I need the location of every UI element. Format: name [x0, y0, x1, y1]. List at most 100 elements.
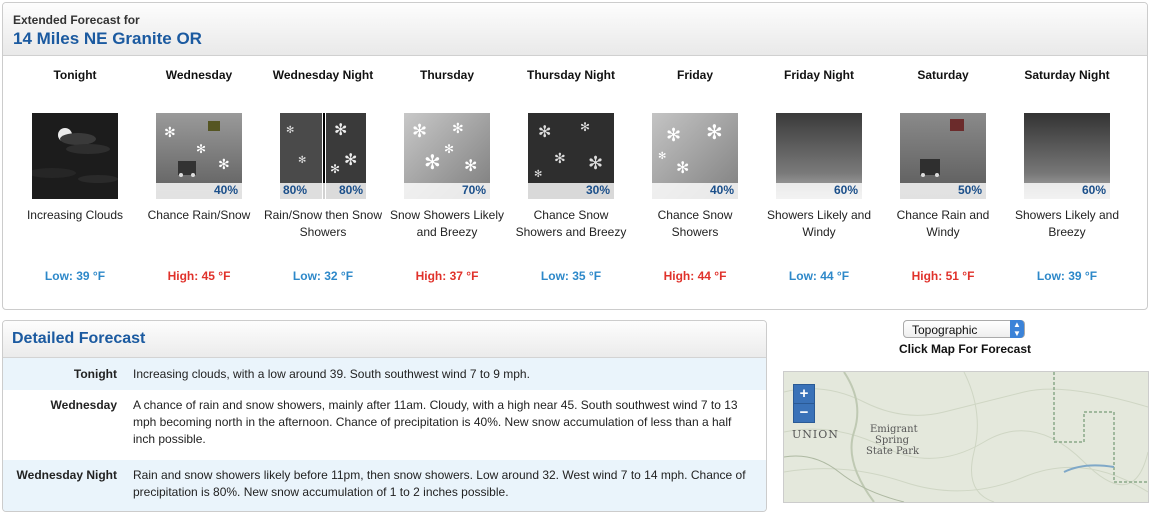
forecast-period-saturday-night[interactable]: Saturday Night 60% Showers Likely and Br…: [1005, 67, 1129, 283]
map-type-value: Topographic: [912, 323, 978, 337]
select-arrows-icon: ▲ ▼: [1010, 320, 1024, 338]
map-label-park-line3: State Park: [866, 446, 920, 457]
detailed-forecast-title: Detailed Forecast: [3, 321, 766, 358]
forecast-period-friday-night[interactable]: Friday Night 60% Showers Likely and Wind…: [757, 67, 881, 283]
zoom-in-button[interactable]: +: [793, 384, 815, 404]
period-name: Wednesday Night: [272, 68, 374, 82]
rain-snow-then-snow-icon: ✻ ✻ ✻ ✻ ✻ 80% 80%: [280, 113, 366, 199]
period-description: Showers Likely and Windy: [766, 208, 872, 239]
svg-text:✻: ✻: [706, 122, 723, 144]
svg-text:✻: ✻: [534, 169, 542, 180]
map-label-park-line1: Emigrant: [870, 424, 918, 435]
extended-forecast-label: Extended Forecast for: [13, 13, 140, 27]
forecast-location: 14 Miles NE Granite OR: [13, 29, 202, 48]
detailed-row-label: Wednesday: [50, 398, 117, 412]
precip-chance: 40%: [709, 183, 734, 197]
forecast-period-friday[interactable]: Friday ✻ ✻ ✻ ✻ 40% Chance Snow Showers H…: [633, 67, 757, 283]
detailed-row-text: Rain and snow showers likely before 11pm…: [133, 468, 746, 499]
precip-chance: 40%: [213, 183, 238, 197]
night-snow-showers-icon: ✻ ✻ ✻ ✻ ✻ 30%: [528, 113, 614, 199]
precip-chance: 50%: [957, 183, 982, 197]
svg-text:✻: ✻: [666, 125, 681, 145]
zoom-out-button[interactable]: −: [793, 403, 815, 423]
period-name: Thursday Night: [526, 68, 615, 82]
forecast-map[interactable]: + − UNION Emigrant Spring State Park: [783, 371, 1149, 503]
rain-icon: 50%: [900, 113, 986, 199]
period-description: Showers Likely and Breezy: [1014, 208, 1120, 239]
forecast-period-wednesday-night[interactable]: Wednesday Night ✻ ✻ ✻ ✻ ✻ 80% 80% Rain/S…: [261, 67, 385, 283]
period-temperature: High: 44 °F: [663, 269, 727, 283]
period-temperature: High: 37 °F: [415, 269, 479, 283]
svg-text:✻: ✻: [554, 150, 566, 166]
period-temperature: Low: 39 °F: [1036, 269, 1098, 283]
extended-forecast-panel: Extended Forecast for 14 Miles NE Granit…: [2, 2, 1148, 310]
svg-text:✻: ✻: [580, 120, 590, 134]
detailed-forecast-panel: Detailed Forecast Tonight Increasing clo…: [2, 320, 767, 512]
forecast-period-tonight[interactable]: Tonight Increasing Clouds Low: 39 °F: [13, 67, 137, 283]
svg-text:✻: ✻: [658, 151, 666, 162]
night-increasing-clouds-icon: [32, 113, 118, 199]
period-temperature: Low: 35 °F: [540, 269, 602, 283]
precip-chance-second: 80%: [338, 183, 363, 197]
period-description: Increasing Clouds: [26, 208, 124, 222]
precip-chance: 60%: [1081, 183, 1106, 197]
map-caption: Click Map For Forecast: [898, 342, 1032, 356]
svg-text:✻: ✻: [330, 162, 340, 176]
period-temperature: High: 51 °F: [911, 269, 975, 283]
map-label-union: UNION: [792, 428, 839, 441]
svg-text:✻: ✻: [298, 155, 306, 166]
snow-showers-icon: ✻ ✻ ✻ ✻ 40%: [652, 113, 738, 199]
svg-text:✻: ✻: [452, 120, 464, 136]
svg-text:✻: ✻: [538, 124, 551, 141]
precip-chance-first: 80%: [283, 183, 308, 197]
svg-text:✻: ✻: [464, 158, 477, 175]
detailed-row-label: Wednesday Night: [16, 468, 117, 482]
detailed-row-text: Increasing clouds, with a low around 39.…: [133, 367, 530, 381]
precip-chance: 70%: [461, 183, 486, 197]
period-description: Chance Snow Showers: [657, 208, 733, 239]
period-temperature: Low: 39 °F: [44, 269, 106, 283]
svg-text:✻: ✻: [588, 153, 603, 173]
period-name: Tonight: [53, 68, 97, 82]
period-temperature: Low: 32 °F: [292, 269, 354, 283]
period-name: Friday Night: [783, 68, 854, 82]
night-showers-icon: 60%: [776, 113, 862, 199]
map-label-park-line2: Spring: [875, 435, 910, 446]
period-name: Thursday: [419, 68, 474, 82]
svg-text:✻: ✻: [196, 142, 206, 156]
period-name: Saturday Night: [1024, 68, 1110, 82]
night-showers-icon: 60%: [1024, 113, 1110, 199]
period-description: Snow Showers Likely and Breezy: [389, 208, 505, 239]
precip-chance: 60%: [833, 183, 858, 197]
svg-text:✻: ✻: [444, 142, 454, 156]
snow-showers-icon: ✻ ✻ ✻ ✻ ✻ 70%: [404, 113, 490, 199]
period-description: Chance Rain and Windy: [896, 208, 990, 239]
detailed-row: Wednesday Night Rain and snow showers li…: [3, 460, 766, 511]
period-name: Friday: [676, 68, 713, 82]
period-name: Saturday: [917, 68, 969, 82]
svg-text:✻: ✻: [412, 121, 427, 141]
period-description: Chance Rain/Snow: [147, 208, 251, 222]
forecast-period-thursday[interactable]: Thursday ✻ ✻ ✻ ✻ ✻ 70% Snow Showers Like…: [385, 67, 509, 283]
svg-text:✻: ✻: [286, 125, 294, 136]
detailed-row-label: Tonight: [73, 367, 117, 381]
svg-text:✻: ✻: [164, 124, 176, 140]
period-description: Rain/Snow then Snow Showers: [263, 208, 383, 239]
svg-text:✻: ✻: [424, 152, 441, 174]
period-temperature: Low: 44 °F: [788, 269, 850, 283]
detailed-row: Tonight Increasing clouds, with a low ar…: [3, 358, 766, 390]
period-temperature: High: 45 °F: [167, 269, 231, 283]
svg-text:✻: ✻: [344, 152, 357, 169]
forecast-period-thursday-night[interactable]: Thursday Night ✻ ✻ ✻ ✻ ✻ 30% Chance Snow…: [509, 67, 633, 283]
forecast-period-saturday[interactable]: Saturday 50% Chance Rain and Windy High:…: [881, 67, 1005, 283]
svg-text:✻: ✻: [676, 160, 689, 177]
precip-chance: 30%: [585, 183, 610, 197]
map-type-select[interactable]: Topographic ▲ ▼: [903, 320, 1025, 338]
forecast-period-wednesday[interactable]: Wednesday ✻ ✻ ✻ 40% Chance Rain/Snow Hig…: [137, 67, 261, 283]
detailed-row: Wednesday A chance of rain and snow show…: [3, 390, 766, 460]
svg-text:✻: ✻: [218, 156, 230, 172]
period-name: Wednesday: [165, 68, 233, 82]
detailed-row-text: A chance of rain and snow showers, mainl…: [133, 398, 738, 446]
svg-text:✻: ✻: [334, 122, 347, 139]
rain-snow-icon: ✻ ✻ ✻ 40%: [156, 113, 242, 199]
